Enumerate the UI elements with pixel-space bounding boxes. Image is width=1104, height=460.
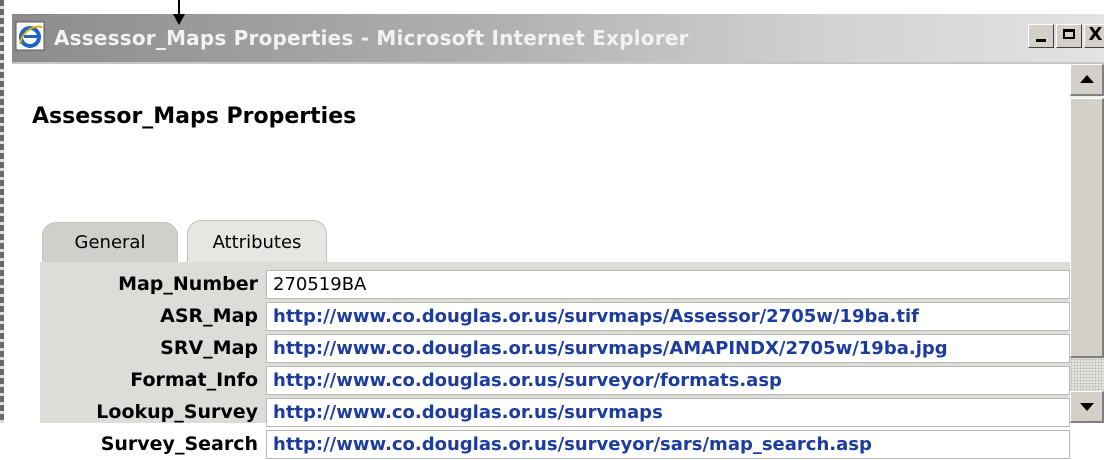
attribute-label: ASR_Map — [160, 305, 258, 327]
maximize-icon — [1063, 29, 1075, 39]
page-content: Assessor_Maps Properties General Attribu… — [12, 64, 1070, 459]
window-left-border — [0, 0, 4, 423]
vertical-scrollbar[interactable] — [1070, 64, 1104, 423]
attribute-label: Survey_Search — [100, 433, 258, 455]
survey-search-link[interactable]: http://www.co.douglas.or.us/surveyor/sar… — [273, 434, 872, 455]
mouse-cursor-icon — [173, 0, 185, 25]
attribute-value: 270519BA — [273, 274, 367, 295]
window-title: Assessor_Maps Properties - Microsoft Int… — [54, 26, 689, 50]
attribute-value-field: http://www.co.douglas.or.us/surveyor/sar… — [266, 430, 1070, 459]
attributes-panel: Map_Number 270519BA ASR_Map http://www.c… — [40, 262, 1070, 459]
attribute-row-asr-map: ASR_Map http://www.co.douglas.or.us/surv… — [40, 300, 1070, 332]
tab-general[interactable]: General — [42, 222, 178, 262]
tab-attributes-label: Attributes — [212, 232, 302, 253]
asr-map-link[interactable]: http://www.co.douglas.or.us/survmaps/Ass… — [273, 306, 919, 327]
scroll-up-button[interactable] — [1070, 64, 1104, 96]
attribute-value-field: http://www.co.douglas.or.us/surveyor/for… — [266, 366, 1070, 395]
attribute-label: Lookup_Survey — [96, 401, 258, 423]
lookup-survey-link[interactable]: http://www.co.douglas.or.us/survmaps — [273, 402, 663, 423]
attribute-row-srv-map: SRV_Map http://www.co.douglas.or.us/surv… — [40, 332, 1070, 364]
attribute-value-field: 270519BA — [266, 270, 1070, 299]
maximize-button[interactable] — [1056, 24, 1082, 48]
scrollbar-thumb[interactable] — [1070, 98, 1104, 358]
attribute-row-map-number: Map_Number 270519BA — [40, 268, 1070, 300]
srv-map-link[interactable]: http://www.co.douglas.or.us/survmaps/AMA… — [273, 338, 948, 359]
scroll-down-button[interactable] — [1070, 391, 1104, 423]
minimize-button[interactable] — [1028, 24, 1054, 48]
attribute-row-survey-search: Survey_Search http://www.co.douglas.or.u… — [40, 428, 1070, 460]
attribute-value-field: http://www.co.douglas.or.us/survmaps/Ass… — [266, 302, 1070, 331]
attribute-label: Format_Info — [130, 369, 258, 391]
tab-general-label: General — [74, 232, 146, 253]
format-info-link[interactable]: http://www.co.douglas.or.us/surveyor/for… — [273, 370, 782, 391]
close-icon: X — [1088, 24, 1103, 45]
attribute-row-lookup-survey: Lookup_Survey http://www.co.douglas.or.u… — [40, 396, 1070, 428]
page-title: Assessor_Maps Properties — [32, 104, 357, 129]
arrow-up-icon — [1080, 75, 1094, 83]
internet-explorer-icon — [15, 21, 45, 51]
scrollbar-track[interactable] — [1070, 358, 1104, 394]
attribute-row-format-info: Format_Info http://www.co.douglas.or.us/… — [40, 364, 1070, 396]
attribute-label: SRV_Map — [160, 337, 258, 359]
close-button[interactable]: X — [1084, 24, 1104, 48]
attribute-value-field: http://www.co.douglas.or.us/survmaps/AMA… — [266, 334, 1070, 363]
minimize-icon — [1036, 39, 1046, 42]
attribute-label: Map_Number — [118, 273, 258, 295]
arrow-down-icon — [1080, 403, 1094, 411]
tab-attributes[interactable]: Attributes — [187, 220, 327, 262]
